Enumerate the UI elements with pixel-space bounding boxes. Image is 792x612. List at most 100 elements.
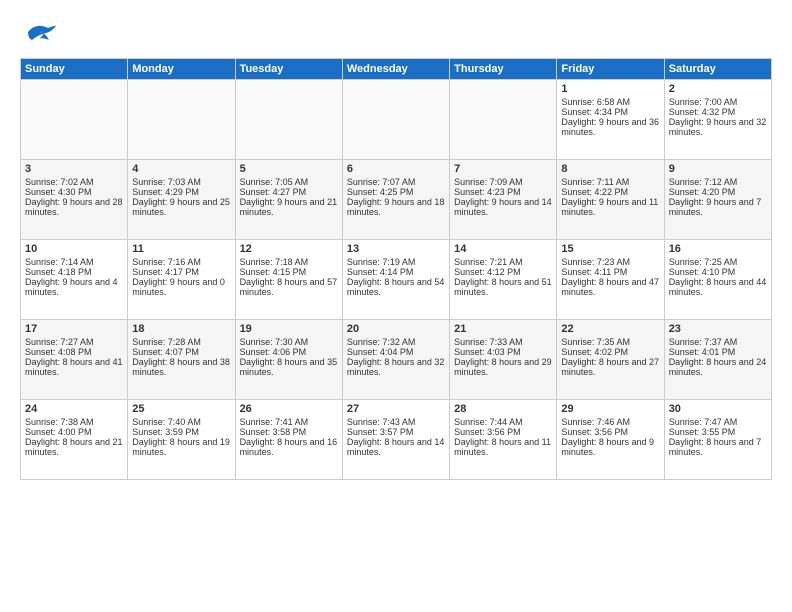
day-number: 13 bbox=[347, 243, 445, 255]
day-info: Daylight: 8 hours and 27 minutes. bbox=[561, 357, 659, 377]
day-info: Daylight: 8 hours and 16 minutes. bbox=[240, 437, 338, 457]
day-info: Sunset: 4:08 PM bbox=[25, 347, 123, 357]
calendar-cell: 9Sunrise: 7:12 AMSunset: 4:20 PMDaylight… bbox=[664, 160, 771, 240]
calendar-cell: 22Sunrise: 7:35 AMSunset: 4:02 PMDayligh… bbox=[557, 320, 664, 400]
col-header-friday: Friday bbox=[557, 59, 664, 80]
day-number: 10 bbox=[25, 243, 123, 255]
day-info: Sunrise: 7:02 AM bbox=[25, 177, 123, 187]
day-info: Sunrise: 7:25 AM bbox=[669, 257, 767, 267]
day-info: Sunset: 4:02 PM bbox=[561, 347, 659, 357]
day-info: Daylight: 8 hours and 38 minutes. bbox=[132, 357, 230, 377]
calendar-cell: 27Sunrise: 7:43 AMSunset: 3:57 PMDayligh… bbox=[342, 400, 449, 480]
calendar-cell: 19Sunrise: 7:30 AMSunset: 4:06 PMDayligh… bbox=[235, 320, 342, 400]
day-info: Daylight: 9 hours and 0 minutes. bbox=[132, 277, 230, 297]
calendar-cell: 13Sunrise: 7:19 AMSunset: 4:14 PMDayligh… bbox=[342, 240, 449, 320]
day-number: 18 bbox=[132, 323, 230, 335]
day-number: 30 bbox=[669, 403, 767, 415]
calendar-cell: 16Sunrise: 7:25 AMSunset: 4:10 PMDayligh… bbox=[664, 240, 771, 320]
day-number: 24 bbox=[25, 403, 123, 415]
day-info: Daylight: 9 hours and 21 minutes. bbox=[240, 197, 338, 217]
day-info: Daylight: 9 hours and 32 minutes. bbox=[669, 117, 767, 137]
day-number: 26 bbox=[240, 403, 338, 415]
day-info: Sunrise: 7:11 AM bbox=[561, 177, 659, 187]
calendar-cell: 8Sunrise: 7:11 AMSunset: 4:22 PMDaylight… bbox=[557, 160, 664, 240]
day-info: Daylight: 8 hours and 35 minutes. bbox=[240, 357, 338, 377]
day-number: 20 bbox=[347, 323, 445, 335]
col-header-monday: Monday bbox=[128, 59, 235, 80]
calendar-cell: 5Sunrise: 7:05 AMSunset: 4:27 PMDaylight… bbox=[235, 160, 342, 240]
day-number: 28 bbox=[454, 403, 552, 415]
day-info: Daylight: 8 hours and 14 minutes. bbox=[347, 437, 445, 457]
calendar-cell: 10Sunrise: 7:14 AMSunset: 4:18 PMDayligh… bbox=[21, 240, 128, 320]
day-number: 8 bbox=[561, 163, 659, 175]
day-info: Daylight: 8 hours and 51 minutes. bbox=[454, 277, 552, 297]
day-info: Daylight: 9 hours and 28 minutes. bbox=[25, 197, 123, 217]
day-number: 11 bbox=[132, 243, 230, 255]
calendar-cell: 30Sunrise: 7:47 AMSunset: 3:55 PMDayligh… bbox=[664, 400, 771, 480]
day-number: 23 bbox=[669, 323, 767, 335]
day-number: 17 bbox=[25, 323, 123, 335]
day-info: Sunset: 4:22 PM bbox=[561, 187, 659, 197]
day-info: Daylight: 9 hours and 4 minutes. bbox=[25, 277, 123, 297]
day-info: Sunset: 3:56 PM bbox=[561, 427, 659, 437]
day-info: Daylight: 8 hours and 19 minutes. bbox=[132, 437, 230, 457]
day-info: Sunrise: 7:12 AM bbox=[669, 177, 767, 187]
day-info: Sunrise: 7:46 AM bbox=[561, 417, 659, 427]
calendar-cell bbox=[450, 80, 557, 160]
day-info: Daylight: 8 hours and 57 minutes. bbox=[240, 277, 338, 297]
day-number: 6 bbox=[347, 163, 445, 175]
day-info: Daylight: 8 hours and 11 minutes. bbox=[454, 437, 552, 457]
col-header-tuesday: Tuesday bbox=[235, 59, 342, 80]
day-info: Sunrise: 7:21 AM bbox=[454, 257, 552, 267]
day-info: Sunrise: 7:27 AM bbox=[25, 337, 123, 347]
day-info: Sunrise: 7:03 AM bbox=[132, 177, 230, 187]
day-info: Sunset: 4:15 PM bbox=[240, 267, 338, 277]
day-info: Daylight: 9 hours and 36 minutes. bbox=[561, 117, 659, 137]
day-info: Sunset: 4:27 PM bbox=[240, 187, 338, 197]
calendar-cell: 25Sunrise: 7:40 AMSunset: 3:59 PMDayligh… bbox=[128, 400, 235, 480]
calendar-cell: 14Sunrise: 7:21 AMSunset: 4:12 PMDayligh… bbox=[450, 240, 557, 320]
calendar-cell: 18 Sunrise: 7:28 AMSunset: 4:07 PMDayligh… bbox=[128, 320, 235, 400]
calendar-cell: 23Sunrise: 7:37 AMSunset: 4:01 PMDayligh… bbox=[664, 320, 771, 400]
day-info: Sunrise: 7:07 AM bbox=[347, 177, 445, 187]
day-info: Daylight: 9 hours and 7 minutes. bbox=[669, 197, 767, 217]
calendar-cell: 12 Sunrise: 7:18 AMSunset: 4:15 PMDayligh… bbox=[235, 240, 342, 320]
day-info: Daylight: 8 hours and 47 minutes. bbox=[561, 277, 659, 297]
col-header-wednesday: Wednesday bbox=[342, 59, 449, 80]
day-info: Sunrise: 7:44 AM bbox=[454, 417, 552, 427]
day-number: 25 bbox=[132, 403, 230, 415]
day-number: 1 bbox=[561, 83, 659, 95]
day-info: Sunset: 4:23 PM bbox=[454, 187, 552, 197]
day-info: Sunrise: 7:28 AM bbox=[132, 337, 230, 347]
day-info: Daylight: 8 hours and 44 minutes. bbox=[669, 277, 767, 297]
day-info: Sunrise: 7:35 AM bbox=[561, 337, 659, 347]
day-info: Daylight: 9 hours and 18 minutes. bbox=[347, 197, 445, 217]
calendar-cell bbox=[21, 80, 128, 160]
calendar-cell: 24Sunrise: 7:38 AMSunset: 4:00 PMDayligh… bbox=[21, 400, 128, 480]
day-info: Sunrise: 7:05 AM bbox=[240, 177, 338, 187]
day-info: Sunset: 4:34 PM bbox=[561, 107, 659, 117]
day-info: Sunset: 4:07 PM bbox=[132, 347, 230, 357]
day-info: Daylight: 8 hours and 21 minutes. bbox=[25, 437, 123, 457]
calendar-cell: 15Sunrise: 7:23 AMSunset: 4:11 PMDayligh… bbox=[557, 240, 664, 320]
day-info: Sunrise: 7:00 AM bbox=[669, 97, 767, 107]
day-info: Daylight: 8 hours and 54 minutes. bbox=[347, 277, 445, 297]
day-info: Sunrise: 7:18 AM bbox=[240, 257, 338, 267]
day-info: Sunset: 4:04 PM bbox=[347, 347, 445, 357]
day-info: Daylight: 8 hours and 32 minutes. bbox=[347, 357, 445, 377]
calendar-cell: 2Sunrise: 7:00 AMSunset: 4:32 PMDaylight… bbox=[664, 80, 771, 160]
day-number: 12 bbox=[240, 243, 338, 255]
calendar-cell: 20 Sunrise: 7:32 AMSunset: 4:04 PMDayligh… bbox=[342, 320, 449, 400]
day-info: Sunrise: 7:32 AM bbox=[347, 337, 445, 347]
day-info: Sunset: 3:58 PM bbox=[240, 427, 338, 437]
day-number: 21 bbox=[454, 323, 552, 335]
day-info: Sunset: 4:06 PM bbox=[240, 347, 338, 357]
day-info: Sunset: 3:57 PM bbox=[347, 427, 445, 437]
day-info: Sunset: 4:29 PM bbox=[132, 187, 230, 197]
col-header-thursday: Thursday bbox=[450, 59, 557, 80]
day-number: 15 bbox=[561, 243, 659, 255]
day-info: Sunset: 4:18 PM bbox=[25, 267, 123, 277]
day-info: Daylight: 8 hours and 24 minutes. bbox=[669, 357, 767, 377]
day-number: 3 bbox=[25, 163, 123, 175]
day-info: Sunrise: 7:09 AM bbox=[454, 177, 552, 187]
